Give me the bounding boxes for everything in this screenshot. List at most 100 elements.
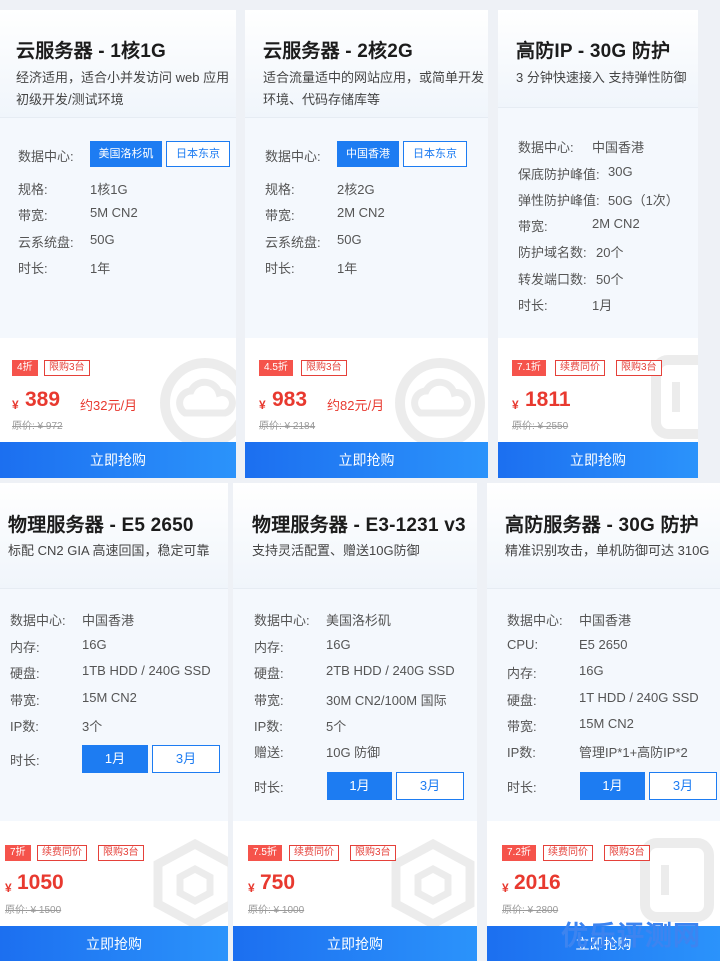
discount-badge: 7.1折 [512,360,546,376]
spec-label: 保底防护峰值: [518,167,600,182]
duration-label: 时长: [507,780,537,795]
spec-value: 1年 [337,261,358,276]
price-area: 4折 限购3台 ¥ 389 约32元/月 原价: ¥ 972 [0,338,236,448]
spec-value: 15M CN2 [579,716,634,731]
original-price: 原价: ¥ 972 [12,421,63,432]
spec-value: 50个 [596,272,624,287]
spec-value: 16G [82,637,107,652]
duration-3-month-button[interactable]: 3月 [152,745,220,773]
spec-value: 1T HDD / 240G SSD [579,690,699,705]
spec-label: 数据中心: [518,140,574,155]
price-area: 7.2折 续费同价 限购3台 ¥ 2016 原价: ¥ 2800 [487,821,720,926]
spec-label: 规格: [18,182,48,197]
spec-value: 1TB HDD / 240G SSD [82,663,211,678]
card-description: 标配 CN2 GIA 高速回国，稳定可靠 [8,543,210,558]
spec-value: 15M CN2 [82,690,137,705]
current-price: 389 [25,388,61,411]
original-price: 原价: ¥ 2184 [259,421,316,432]
buy-now-button[interactable]: 立即抢购 [0,926,228,961]
spec-label: IP数: [254,719,283,734]
current-price: 1811 [525,388,571,411]
spec-value: 20个 [596,245,624,260]
card-title: 高防IP - 30G 防护 [516,41,671,62]
monthly-price: 约32元/月 [80,398,138,413]
buy-now-button[interactable]: 立即抢购 [233,926,477,961]
spec-label: 内存: [507,666,537,681]
spec-value: 1核1G [90,182,128,197]
limit-badge: 限购3台 [350,845,396,861]
limit-badge: 限购3台 [98,845,144,861]
limit-badge: 限购3台 [616,360,662,376]
spec-label: 时长: [18,261,48,276]
original-price: 原价: ¥ 2550 [512,421,569,432]
buy-now-button[interactable]: 立即抢购 [245,442,488,478]
datacenter-option-hong-kong[interactable]: 中国香港 [337,141,399,167]
datacenter-option-tokyo[interactable]: 日本东京 [166,141,230,167]
spec-label: IP数: [10,719,39,734]
card-description: 支持灵活配置、赠送10G防御 [252,543,420,558]
spec-value: 30M CN2/100M 国际 [326,693,447,708]
cloud-icon [395,358,485,448]
renewal-badge: 续费同价 [555,360,605,376]
duration-3-month-button[interactable]: 3月 [396,772,464,800]
spec-label: 数据中心: [254,613,310,628]
current-price: 2016 [514,871,561,894]
card-title: 云服务器 - 1核1G [16,41,166,62]
spec-label: 赠送: [254,745,284,760]
datacenter-label: 数据中心: [265,149,321,164]
monthly-price: 约82元/月 [327,398,385,413]
product-card-cloud-1c1g: 云服务器 - 1核1G 经济适用，适合小并发访问 web 应用 初级开发/测试环… [0,10,236,478]
original-price: 原价: ¥ 1000 [248,905,305,916]
datacenter-option-los-angeles[interactable]: 美国洛杉矶 [90,141,162,167]
product-card-ddos-server: 高防服务器 - 30G 防护 精准识别攻击，单机防御可达 310G 数据中心: … [487,483,720,961]
currency-symbol: ¥ [502,881,509,895]
spec-label: 数据中心: [10,613,66,628]
product-card-physical-e3-1231: 物理服务器 - E3-1231 v3 支持灵活配置、赠送10G防御 数据中心: … [233,483,477,961]
currency-symbol: ¥ [12,398,19,412]
spec-value: 2M CN2 [592,216,640,231]
limit-badge: 限购3台 [44,360,90,376]
spec-value: 2核2G [337,182,375,197]
product-card-physical-e5-2650: 物理服务器 - E5 2650 标配 CN2 GIA 高速回国，稳定可靠 数据中… [0,483,228,961]
spec-label: 内存: [254,640,284,655]
card-description: 经济适用，适合小并发访问 web 应用 初级开发/测试环境 [16,70,230,107]
currency-symbol: ¥ [248,881,255,895]
duration-1-month-button[interactable]: 1月 [82,745,148,773]
discount-badge: 4折 [12,360,38,376]
buy-now-button[interactable]: 立即抢购 [498,442,698,478]
datacenter-label: 数据中心: [18,149,74,164]
spec-label: 带宽: [18,208,48,223]
duration-1-month-button[interactable]: 1月 [580,772,645,800]
spec-value: 10G 防御 [326,745,381,760]
spec-value: 管理IP*1+高防IP*2 [579,745,688,760]
currency-symbol: ¥ [259,398,266,412]
card-title: 物理服务器 - E3-1231 v3 [252,515,466,536]
card-description: 适合流量适中的网站应用，或简单开发 环境、代码存储库等 [263,70,485,107]
spec-label: 云系统盘: [265,235,321,250]
spec-label: CPU: [507,637,539,652]
duration-3-month-button[interactable]: 3月 [649,772,717,800]
spec-value: 16G [326,637,351,652]
spec-label: 时长: [265,261,295,276]
duration-1-month-button[interactable]: 1月 [327,772,392,800]
spec-label: 带宽: [518,219,548,234]
discount-badge: 7折 [5,845,31,861]
limit-badge: 限购3台 [301,360,347,376]
buy-now-button[interactable]: 立即抢购 [0,442,236,478]
spec-value: 5M CN2 [90,205,138,220]
card-description: 精准识别攻击，单机防御可达 310G [505,543,710,558]
product-card-cloud-2c2g: 云服务器 - 2核2G 适合流量适中的网站应用，或简单开发 环境、代码存储库等 … [245,10,488,478]
datacenter-option-tokyo[interactable]: 日本东京 [403,141,467,167]
spec-value: 50G（1次） [608,193,679,208]
spec-label: 硬盘: [254,666,284,681]
spec-label: 规格: [265,182,295,197]
spec-label: 转发端口数: [518,272,587,287]
price-area: 4.5折 限购3台 ¥ 983 约82元/月 原价: ¥ 2184 [245,338,488,448]
spec-value: 1月 [592,298,613,313]
card-title: 物理服务器 - E5 2650 [8,515,194,536]
limit-badge: 限购3台 [604,845,650,861]
spec-label: 时长: [518,298,548,313]
price-area: 7.5折 续费同价 限购3台 ¥ 750 原价: ¥ 1000 [233,821,477,929]
currency-symbol: ¥ [512,398,519,412]
spec-value: 50G [90,232,115,247]
